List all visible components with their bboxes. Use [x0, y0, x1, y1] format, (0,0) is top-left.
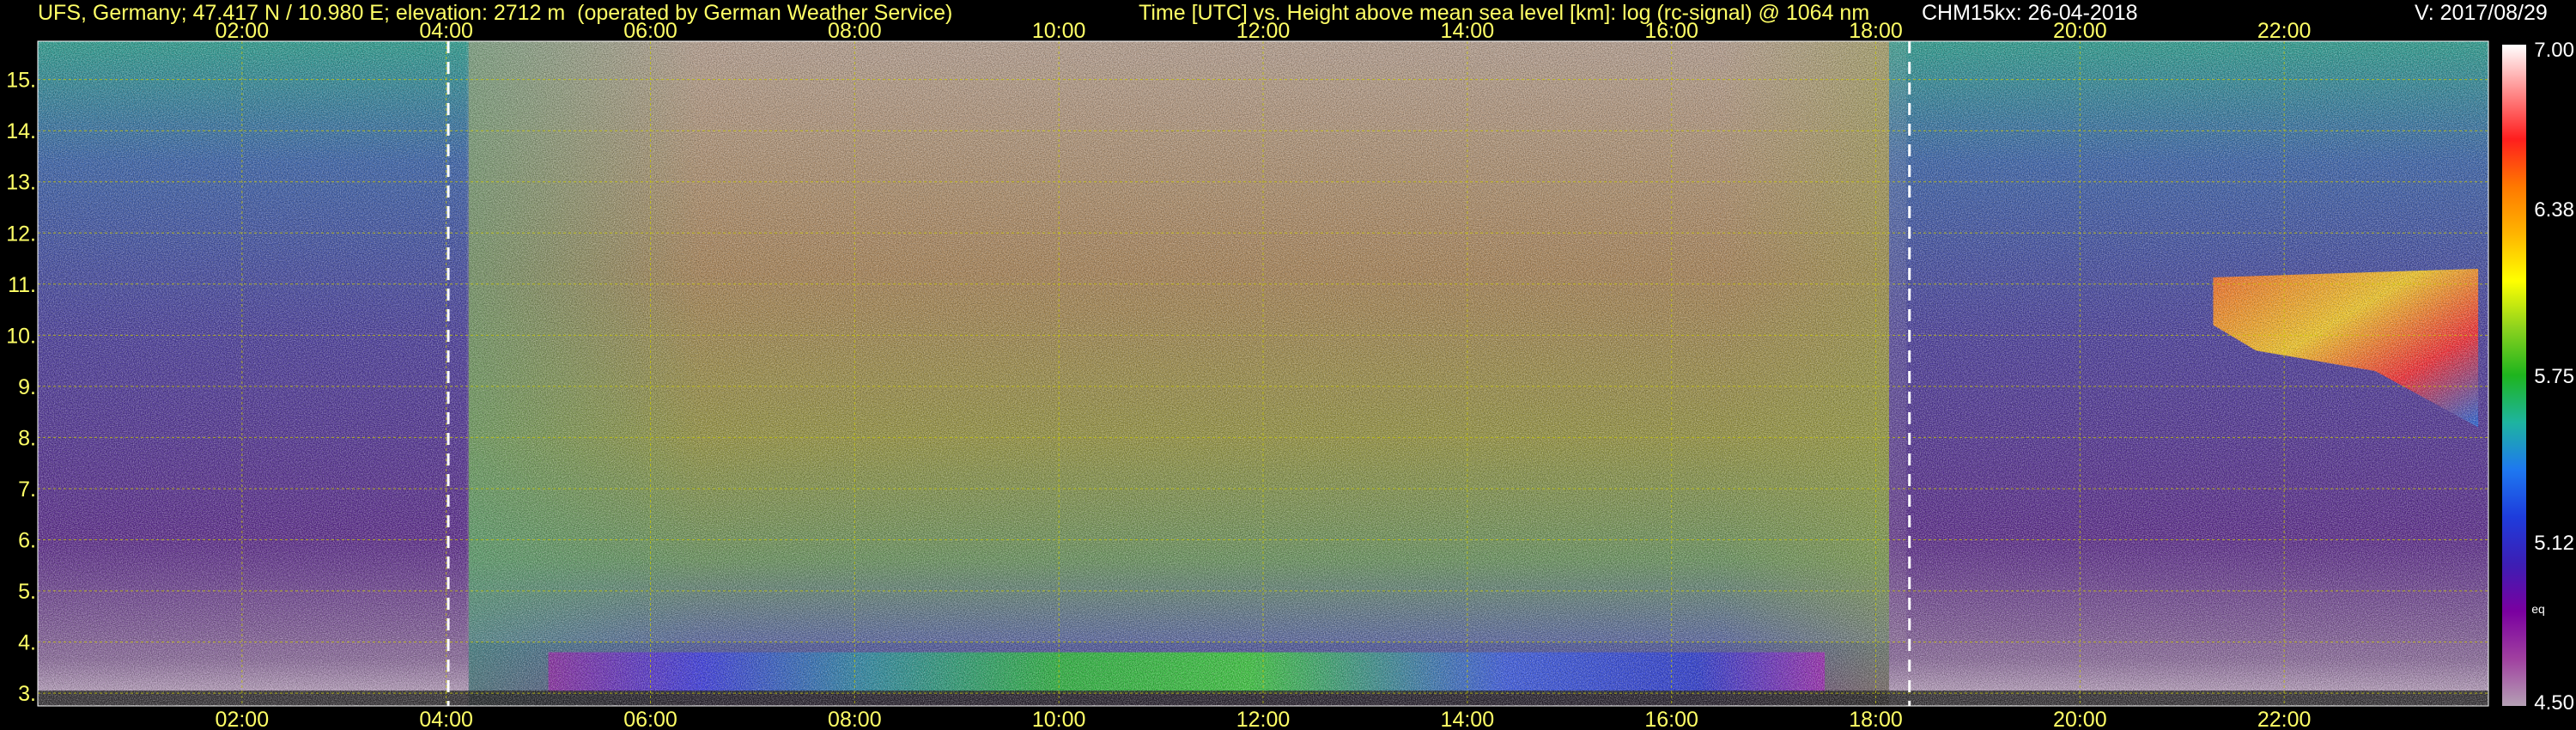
- x-tick-bottom-3: 08:00: [828, 708, 882, 730]
- x-tick-bottom-4: 10:00: [1032, 708, 1086, 730]
- x-tick-bottom-10: 22:00: [2257, 708, 2312, 730]
- y-tick-9: 12.: [6, 222, 36, 246]
- x-tick-bottom-2: 06:00: [623, 708, 677, 730]
- colorbar-label-1: 6.38: [2534, 198, 2574, 222]
- x-tick-top-9: 20:00: [2053, 19, 2107, 43]
- y-tick-11: 14.: [6, 119, 36, 143]
- y-tick-1: 4.: [18, 631, 36, 655]
- x-tick-top-5: 12:00: [1236, 19, 1291, 43]
- x-tick-top-0: 02:00: [216, 19, 270, 43]
- colorbar-label-2: 5.75: [2534, 365, 2574, 388]
- y-tick-10: 13.: [6, 171, 36, 195]
- colorbar-label-0: 7.00: [2534, 39, 2574, 62]
- x-tick-top-1: 04:00: [419, 19, 473, 43]
- y-tick-2: 5.: [18, 580, 36, 604]
- ceilometer-chart: 02:00 02:00 04:00 04:00 06:00 06:00 08:00 08:00…: [6, 19, 2574, 730]
- x-tick-top-8: 18:00: [1849, 19, 1903, 43]
- x-tick-top-3: 08:00: [828, 19, 882, 43]
- y-tick-5: 8.: [18, 426, 36, 450]
- x-tick-top-6: 14:00: [1441, 19, 1495, 43]
- x-tick-bottom-5: 12:00: [1236, 708, 1291, 730]
- x-tick-top-10: 22:00: [2257, 19, 2312, 43]
- x-tick-bottom-8: 18:00: [1849, 708, 1903, 730]
- x-tick-bottom-7: 16:00: [1644, 708, 1698, 730]
- colorbar-label-3: 5.12: [2534, 532, 2574, 555]
- x-tick-bottom-6: 14:00: [1441, 708, 1495, 730]
- colorbar-gradient: [2502, 45, 2526, 706]
- x-tick-top-4: 10:00: [1032, 19, 1086, 43]
- y-tick-12: 15.: [6, 69, 36, 93]
- y-tick-0: 3.: [18, 682, 36, 706]
- y-tick-7: 10.: [6, 324, 36, 348]
- colorbar: 7.00 6.38 5.75 5.12 4.50 eq: [2502, 39, 2574, 715]
- colorbar-label-4: 4.50: [2534, 691, 2574, 715]
- x-tick-bottom-9: 20:00: [2053, 708, 2107, 730]
- colorbar-eq-label: eq: [2531, 602, 2545, 616]
- x-tick-bottom-1: 04:00: [419, 708, 473, 730]
- y-tick-3: 6.: [18, 529, 36, 553]
- y-tick-4: 7.: [18, 478, 36, 502]
- y-tick-6: 9.: [18, 375, 36, 399]
- x-tick-top-7: 16:00: [1644, 19, 1698, 43]
- x-tick-top-2: 06:00: [623, 19, 677, 43]
- x-tick-bottom-0: 02:00: [216, 708, 270, 730]
- y-tick-8: 11.: [8, 273, 36, 297]
